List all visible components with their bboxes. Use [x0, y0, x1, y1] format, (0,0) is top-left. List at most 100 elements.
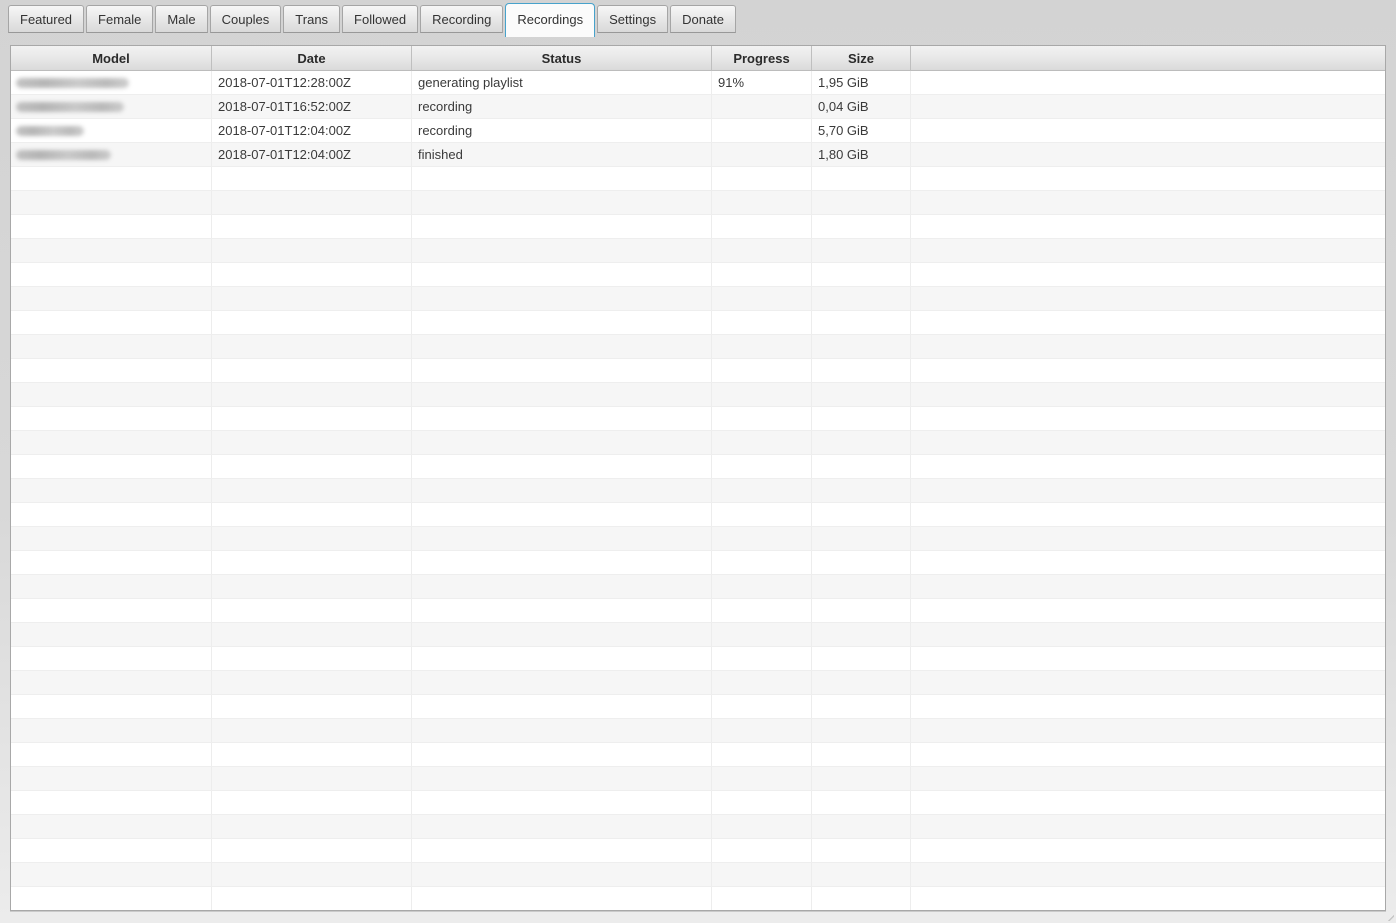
table-row-empty[interactable]: [11, 359, 1385, 383]
table-row-empty[interactable]: [11, 239, 1385, 263]
table-row-empty[interactable]: [11, 479, 1385, 503]
cell-progress: [712, 839, 812, 862]
table-row-empty[interactable]: [11, 167, 1385, 191]
cell-progress: 91%: [712, 71, 812, 94]
cell-size: [812, 335, 911, 358]
cell-date: [212, 527, 412, 550]
cell-progress: [712, 239, 812, 262]
table-row-empty[interactable]: [11, 455, 1385, 479]
cell-model: [11, 359, 212, 382]
table-row-empty[interactable]: [11, 407, 1385, 431]
cell-filler: [911, 119, 1385, 142]
column-header-status[interactable]: Status: [412, 46, 712, 71]
cell-filler: [911, 575, 1385, 598]
table-row-empty[interactable]: [11, 431, 1385, 455]
table-row-empty[interactable]: [11, 815, 1385, 839]
table-row-empty[interactable]: [11, 383, 1385, 407]
column-header-size[interactable]: Size: [812, 46, 911, 71]
cell-status: [412, 503, 712, 526]
tab-featured[interactable]: Featured: [8, 5, 85, 33]
cell-progress: [712, 95, 812, 118]
tab-couples[interactable]: Couples: [209, 5, 282, 33]
tab-bar: Featured Female Male Couples Trans Followed Re…: [8, 0, 738, 37]
cell-status: [412, 767, 712, 790]
cell-size: [812, 263, 911, 286]
cell-filler: [911, 815, 1385, 838]
table-row-empty[interactable]: [11, 623, 1385, 647]
table-row-empty[interactable]: [11, 767, 1385, 791]
table-row-empty[interactable]: [11, 719, 1385, 743]
column-header-progress[interactable]: Progress: [712, 46, 812, 71]
tab-male[interactable]: Male: [155, 5, 208, 33]
cell-progress: [712, 335, 812, 358]
cell-filler: [911, 71, 1385, 94]
cell-model: [11, 503, 212, 526]
table-row-empty[interactable]: [11, 215, 1385, 239]
table-row-empty[interactable]: [11, 287, 1385, 311]
cell-status: [412, 527, 712, 550]
table-row[interactable]: 2018-07-01T16:52:00Z recording 0,04 GiB: [11, 95, 1385, 119]
cell-model: [11, 263, 212, 286]
column-header-date[interactable]: Date: [212, 46, 412, 71]
cell-date: [212, 407, 412, 430]
table-row-empty[interactable]: [11, 743, 1385, 767]
cell-progress: [712, 455, 812, 478]
tab-trans[interactable]: Trans: [283, 5, 341, 33]
cell-progress: [712, 407, 812, 430]
table-row[interactable]: 2018-07-01T12:04:00Z finished 1,80 GiB: [11, 143, 1385, 167]
tab-female[interactable]: Female: [86, 5, 154, 33]
cell-progress: [712, 887, 812, 910]
cell-status: [412, 791, 712, 814]
cell-size: [812, 551, 911, 574]
cell-filler: [911, 215, 1385, 238]
table-row-empty[interactable]: [11, 311, 1385, 335]
cell-status: [412, 695, 712, 718]
cell-status: finished: [412, 143, 712, 166]
cell-progress: [712, 791, 812, 814]
tab-donate[interactable]: Donate: [670, 5, 737, 33]
table-row-empty[interactable]: [11, 551, 1385, 575]
cell-size: [812, 407, 911, 430]
cell-status: [412, 167, 712, 190]
cell-date: [212, 335, 412, 358]
cell-status: [412, 479, 712, 502]
table-row-empty[interactable]: [11, 887, 1385, 910]
tab-settings[interactable]: Settings: [597, 5, 669, 33]
cell-filler: [911, 239, 1385, 262]
cell-progress: [712, 167, 812, 190]
table-row-empty[interactable]: [11, 791, 1385, 815]
cell-status: [412, 287, 712, 310]
table-row-empty[interactable]: [11, 335, 1385, 359]
cell-progress: [712, 695, 812, 718]
table-row[interactable]: 2018-07-01T12:28:00Z generating playlist 9…: [11, 71, 1385, 95]
cell-size: [812, 623, 911, 646]
table-row-empty[interactable]: [11, 503, 1385, 527]
table-row-empty[interactable]: [11, 671, 1385, 695]
cell-model: [11, 671, 212, 694]
cell-progress: [712, 767, 812, 790]
table-row-empty[interactable]: [11, 695, 1385, 719]
cell-model: [11, 407, 212, 430]
cell-date: 2018-07-01T12:28:00Z: [212, 71, 412, 94]
table-row-empty[interactable]: [11, 575, 1385, 599]
cell-date: [212, 263, 412, 286]
cell-status: [412, 599, 712, 622]
table-row[interactable]: 2018-07-01T12:04:00Z recording 5,70 GiB: [11, 119, 1385, 143]
cell-date: [212, 479, 412, 502]
cell-filler: [911, 143, 1385, 166]
table-row-empty[interactable]: [11, 263, 1385, 287]
table-row-empty[interactable]: [11, 191, 1385, 215]
cell-status: [412, 719, 712, 742]
table-row-empty[interactable]: [11, 647, 1385, 671]
tab-recording[interactable]: Recording: [420, 5, 504, 33]
table-row-empty[interactable]: [11, 527, 1385, 551]
recordings-table: Model Date Status Progress Size 2018-07-01T1…: [10, 45, 1386, 911]
column-header-model[interactable]: Model: [11, 46, 212, 71]
cell-size: [812, 431, 911, 454]
cell-size: [812, 815, 911, 838]
tab-recordings[interactable]: Recordings: [505, 3, 596, 37]
table-row-empty[interactable]: [11, 863, 1385, 887]
table-row-empty[interactable]: [11, 839, 1385, 863]
table-row-empty[interactable]: [11, 599, 1385, 623]
tab-followed[interactable]: Followed: [342, 5, 419, 33]
